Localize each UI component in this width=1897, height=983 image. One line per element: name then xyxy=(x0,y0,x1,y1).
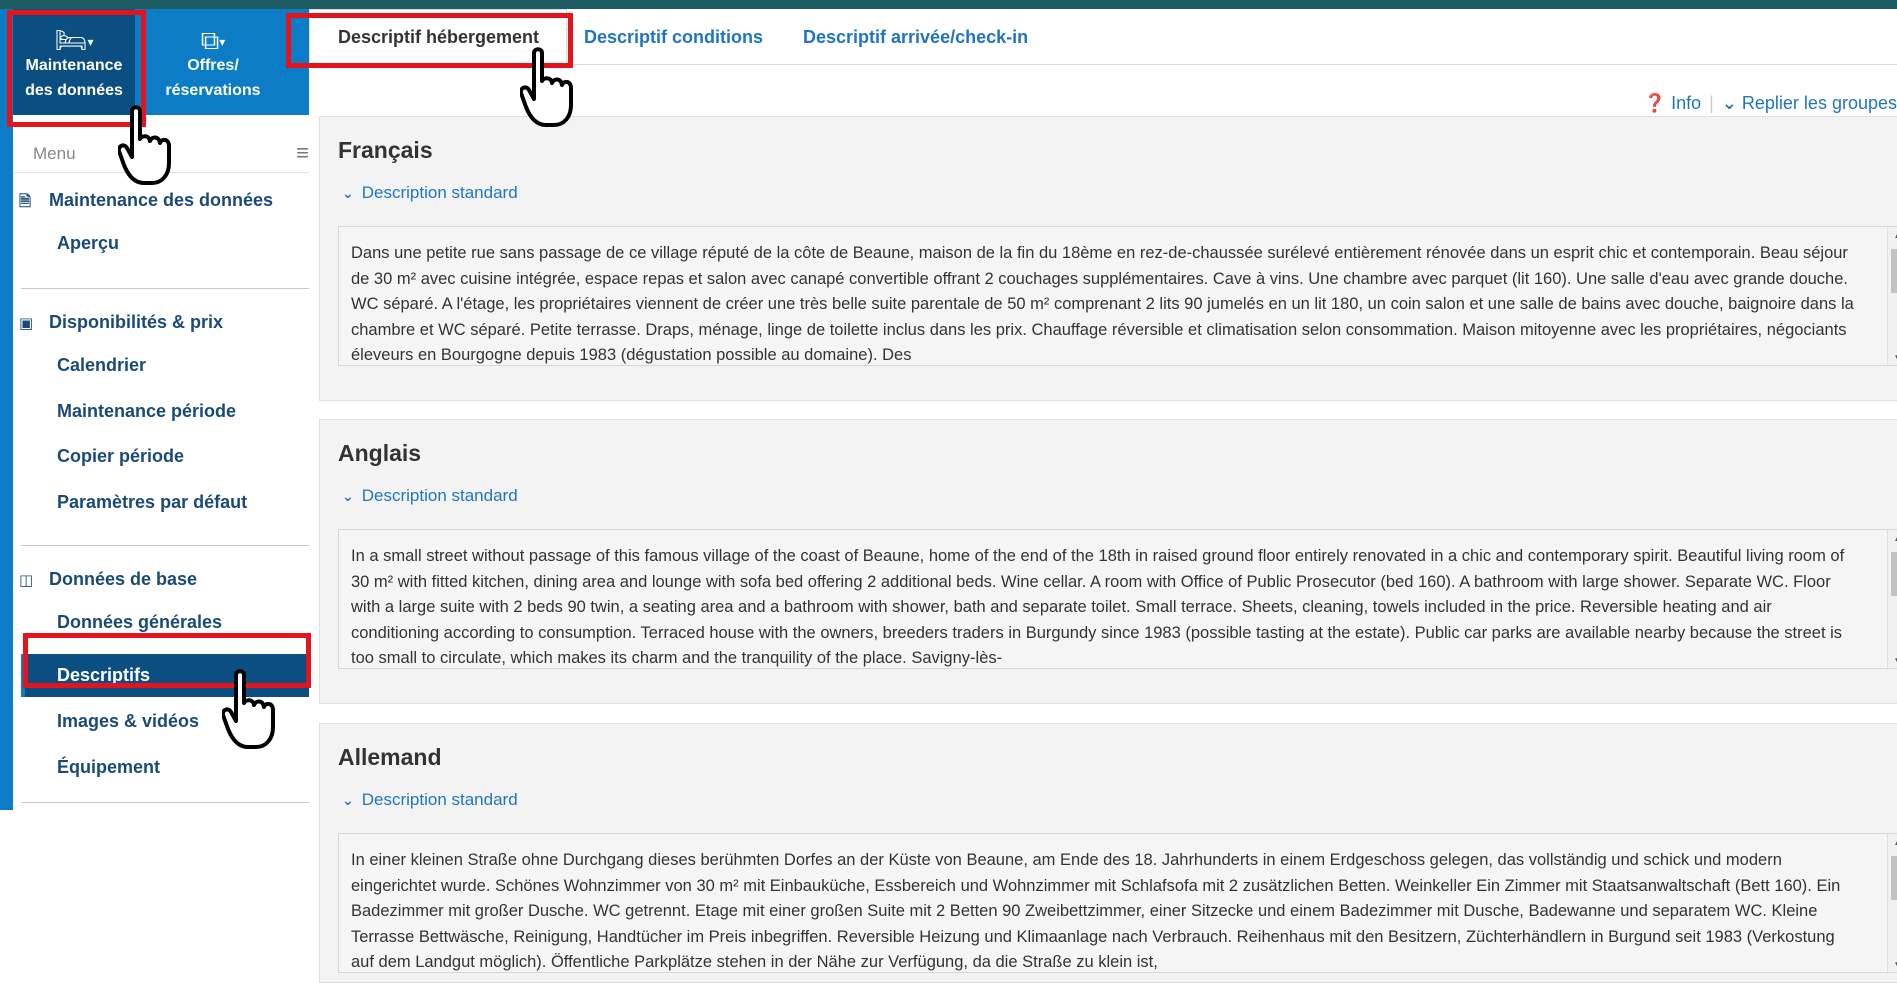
module-offres-reservations[interactable]: ⧉▾ Offres/ réservations xyxy=(135,9,291,115)
tab-descriptif-conditions[interactable]: Descriptif conditions xyxy=(584,27,763,48)
module-label-line1: Offres/ xyxy=(187,57,239,74)
scroll-thumb[interactable] xyxy=(1891,552,1897,596)
sidebar-item-apercu[interactable]: Aperçu xyxy=(57,233,119,254)
section-title-label: Maintenance des données xyxy=(49,190,274,210)
menu-header: Menu ≡ xyxy=(13,133,309,173)
sidebar-divider xyxy=(21,802,309,803)
menu-label: Menu xyxy=(33,144,76,163)
chevron-down-icon: ⌄ xyxy=(342,792,354,808)
scroll-thumb[interactable] xyxy=(1891,856,1897,900)
module-maintenance-donnees[interactable]: 🛏▾ Maintenance des données xyxy=(13,9,135,115)
description-text: Dans une petite rue sans passage de ce v… xyxy=(351,244,1854,364)
toolbar: ❓ Info | ⌄ Replier les groupes xyxy=(1644,93,1897,114)
hamburger-icon[interactable]: ≡ xyxy=(296,140,309,166)
sidebar-divider xyxy=(21,288,309,289)
description-standard-toggle[interactable]: ⌄ Description standard xyxy=(342,790,518,810)
main-content: Descriptif hébergement Descriptif condit… xyxy=(309,9,1897,983)
section-title-label: Données de base xyxy=(49,569,198,589)
tab-bar: Descriptif hébergement Descriptif condit… xyxy=(309,9,1897,66)
textarea-scrollbar[interactable]: ▲ ▼ xyxy=(1887,530,1897,668)
section-donnees-de-base[interactable]: ◫ Données de base xyxy=(19,569,197,590)
subheading-label: Description standard xyxy=(361,183,518,202)
scroll-thumb[interactable] xyxy=(1891,249,1897,293)
tab-descriptif-hebergement[interactable]: Descriptif hébergement xyxy=(338,27,539,48)
left-edge-gap xyxy=(0,810,13,964)
sidebar-item-label: Descriptifs xyxy=(57,665,151,685)
textarea-scrollbar[interactable]: ▲ ▼ xyxy=(1887,834,1897,972)
description-textarea[interactable]: Dans une petite rue sans passage de ce v… xyxy=(338,226,1897,366)
subheading-label: Description standard xyxy=(361,790,518,809)
bed-icon: 🛏▾ xyxy=(54,25,94,55)
sidebar-item-descriptifs[interactable]: Descriptifs xyxy=(21,654,309,697)
question-circle-icon: ❓ xyxy=(1643,93,1667,113)
module-tabs: 🛏▾ Maintenance des données ⧉▾ Offres/ ré… xyxy=(13,9,309,115)
scroll-up-icon[interactable]: ▲ xyxy=(1893,533,1897,544)
scroll-down-icon[interactable]: ▼ xyxy=(1893,353,1897,364)
panel-language-title: Anglais xyxy=(338,440,422,466)
sidebar-item-copier-periode[interactable]: Copier période xyxy=(57,446,184,467)
panel-francais: Français ⌄ Description standard Dans une … xyxy=(319,116,1897,401)
scroll-down-icon[interactable]: ▼ xyxy=(1893,656,1897,667)
panel-language-title: Allemand xyxy=(338,744,442,770)
panel-allemand: Allemand ⌄ Description standard In einer … xyxy=(319,723,1897,983)
top-bar xyxy=(0,0,1897,9)
description-text: In a small street without passage of thi… xyxy=(351,547,1845,667)
description-text: In einer kleinen Straße ohne Durchgang d… xyxy=(351,851,1841,971)
columns-icon: ◫ xyxy=(19,572,34,589)
collapse-groups-button[interactable]: ⌄ Replier les groupes xyxy=(1722,93,1897,113)
chevron-down-icon: ⌄ xyxy=(1721,93,1737,113)
section-title-label: Disponibilités & prix xyxy=(49,312,224,332)
description-standard-toggle[interactable]: ⌄ Description standard xyxy=(342,183,518,203)
chevron-down-icon: ⌄ xyxy=(342,488,354,504)
document-icon: 🗎 xyxy=(19,193,32,210)
panel-language-title: Français xyxy=(338,137,433,163)
money-icon: ▣ xyxy=(19,315,34,332)
sidebar: 🛏▾ Maintenance des données ⧉▾ Offres/ ré… xyxy=(13,9,309,964)
description-standard-toggle[interactable]: ⌄ Description standard xyxy=(342,486,518,506)
scroll-up-icon[interactable]: ▲ xyxy=(1893,230,1897,241)
module-label-line2: des données xyxy=(25,82,123,99)
scroll-up-icon[interactable]: ▲ xyxy=(1893,837,1897,848)
panel-anglais: Anglais ⌄ Description standard In a small… xyxy=(319,419,1897,704)
collapse-groups-label: Replier les groupes xyxy=(1741,93,1897,113)
sidebar-item-images-videos[interactable]: Images & vidéos xyxy=(57,711,199,732)
textarea-scrollbar[interactable]: ▲ ▼ xyxy=(1887,227,1897,365)
copy-icon: ⧉▾ xyxy=(200,25,226,55)
description-textarea[interactable]: In a small street without passage of thi… xyxy=(338,529,1897,669)
info-button[interactable]: ❓ Info xyxy=(1644,93,1701,113)
section-maintenance-donnees[interactable]: 🗎 Maintenance des données xyxy=(19,190,273,216)
module-label-line1: Maintenance xyxy=(25,57,123,74)
sidebar-item-calendrier[interactable]: Calendrier xyxy=(57,355,146,376)
subheading-label: Description standard xyxy=(361,486,518,505)
sidebar-item-parametres-defaut[interactable]: Paramètres par défaut xyxy=(57,492,247,513)
sidebar-item-donnees-generales[interactable]: Données générales xyxy=(57,612,222,633)
sidebar-item-equipement[interactable]: Équipement xyxy=(57,757,160,778)
chevron-down-icon: ⌄ xyxy=(342,185,354,201)
section-disponibilites-prix[interactable]: ▣ Disponibilités & prix xyxy=(19,312,223,333)
scroll-down-icon[interactable]: ▼ xyxy=(1893,960,1897,971)
sidebar-item-maintenance-periode[interactable]: Maintenance période xyxy=(57,401,236,422)
sidebar-divider xyxy=(21,545,309,546)
description-textarea[interactable]: In einer kleinen Straße ohne Durchgang d… xyxy=(338,833,1897,973)
tab-descriptif-arrivee[interactable]: Descriptif arrivée/check-in xyxy=(803,27,1028,48)
info-label: Info xyxy=(1671,93,1702,113)
toolbar-separator: | xyxy=(1709,93,1714,113)
module-label-line2: réservations xyxy=(165,82,261,99)
